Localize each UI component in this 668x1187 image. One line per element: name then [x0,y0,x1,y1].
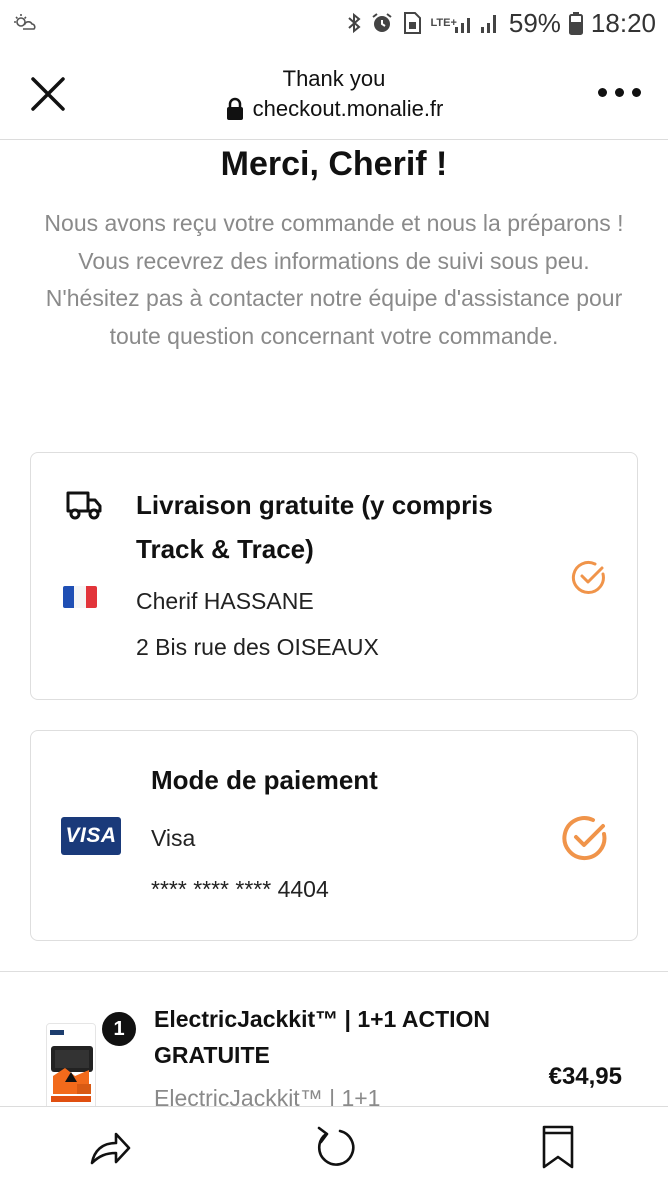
bluetooth-icon [346,11,362,35]
product-name: ElectricJackkit™ | 1+1 ACTION GRATUITE [154,1006,491,1068]
product-subtitle: ElectricJackkit™ | 1+1 [154,1085,381,1106]
divider [0,971,668,972]
card-number: **** **** **** 4404 [151,876,329,902]
more-dot [615,87,624,97]
share-button[interactable] [86,1123,134,1171]
truck-icon [65,489,103,521]
recipient-name: Cherif HASSANE [136,588,314,614]
lock-icon [226,97,243,120]
bookmark-button[interactable] [534,1123,582,1171]
signal-icon: LTE+ [430,11,500,35]
share-icon [90,1132,131,1165]
page-title: Thank you [282,66,386,91]
bookmark-icon [542,1125,574,1169]
checkmark-icon [561,814,609,862]
alarm-icon [370,11,394,35]
reload-icon [317,1126,355,1166]
url-text: checkout.monalie.fr [252,96,444,121]
quantity-badge: 1 [100,1010,138,1048]
clock: 18:20 [590,7,656,38]
more-dot [632,87,641,97]
france-flag-icon [63,586,97,608]
payment-card: Mode de paiement VISA Visa **** **** ***… [30,730,638,941]
more-dot [598,87,607,97]
reload-button[interactable] [310,1123,358,1171]
status-bar: LTE+ 59% 18:20 [0,0,668,46]
sim-icon [402,11,422,35]
shipping-card: Livraison gratuite (y compris Track & Tr… [30,452,638,700]
url-display[interactable]: checkout.monalie.fr [0,96,668,122]
checkmark-icon [571,559,607,595]
battery-percent: 59% [508,7,561,38]
battery-icon [568,11,583,35]
payment-brand: Visa [151,825,196,851]
product-price: €34,95 [548,1063,622,1090]
weather-icon [12,12,38,34]
confirmation-message: Nous avons reçu votre commande et nous l… [44,210,624,349]
bottom-toolbar [0,1106,668,1187]
payment-title: Mode de paiement [151,765,378,795]
visa-logo: VISA [61,817,121,855]
product-thumbnail [46,1023,96,1106]
confirmation-heading: Merci, Cherif ! [220,145,448,183]
browser-toolbar: Thank you checkout.monalie.fr [0,46,668,140]
shipping-address: 2 Bis rue des OISEAUX [136,634,379,660]
page-content: Merci, Cherif ! Nous avons reçu votre co… [0,141,668,1106]
more-options-button[interactable] [598,82,642,102]
shipping-method: Livraison gratuite (y compris Track & Tr… [136,490,493,564]
